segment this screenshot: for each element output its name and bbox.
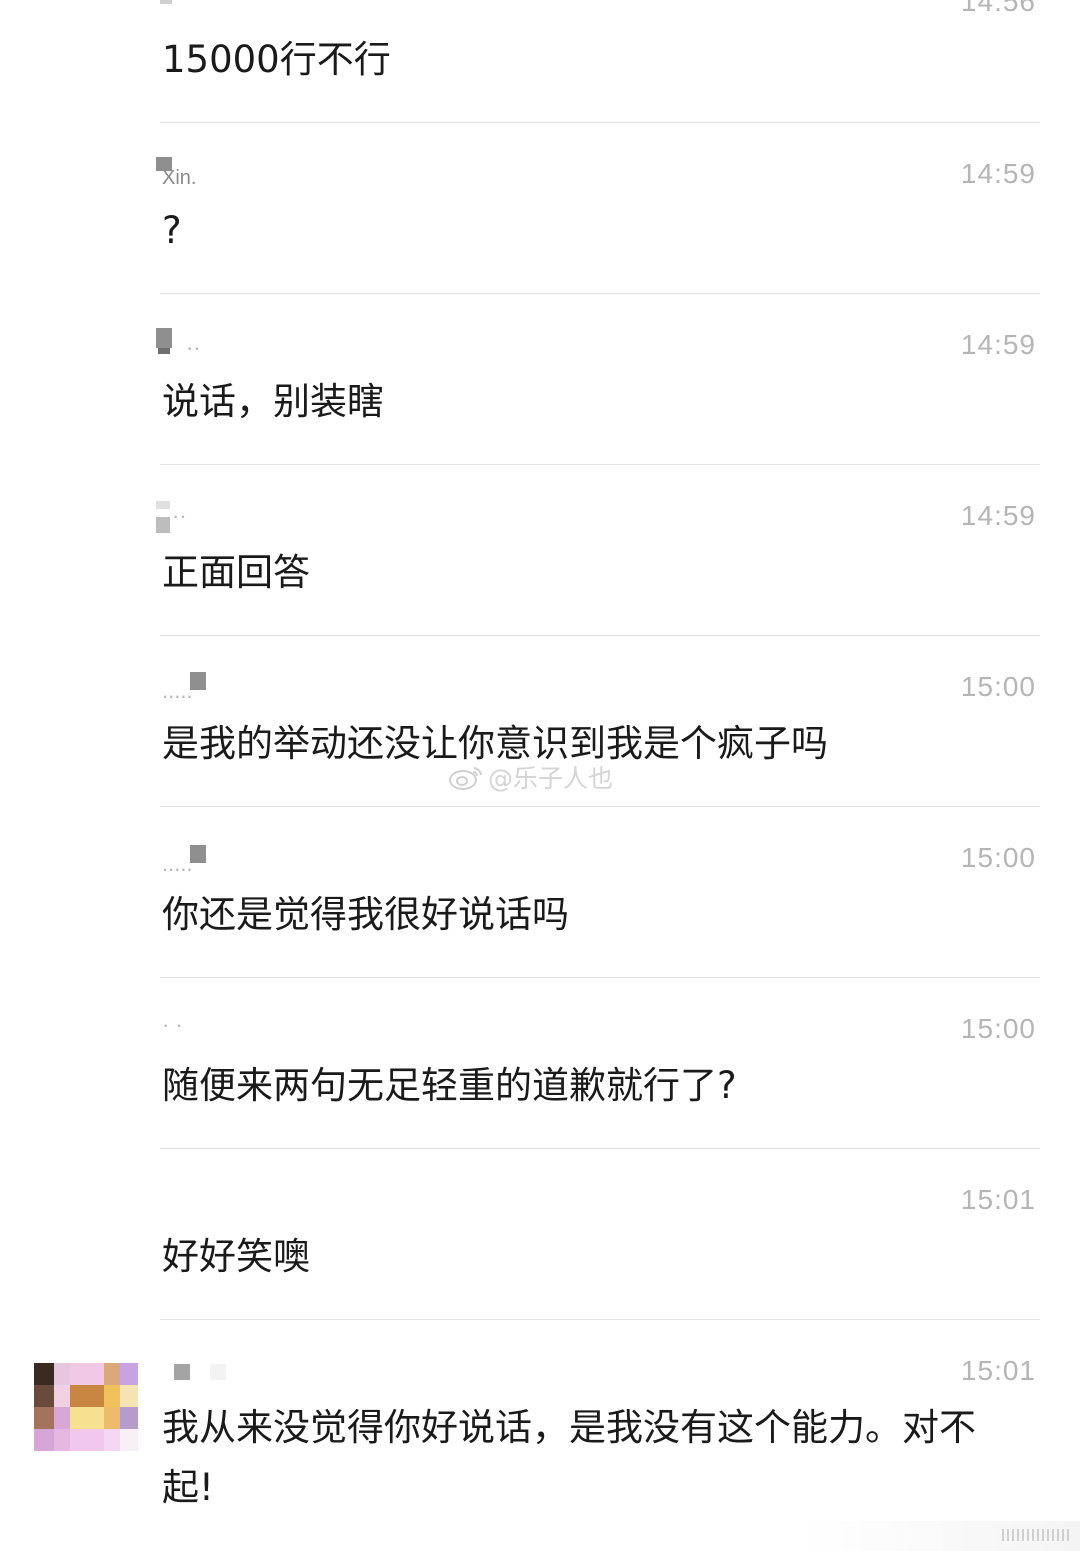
message-time: 14:59 <box>960 500 1036 531</box>
message-item[interactable]: Xin. 14:59 ? <box>156 123 1040 293</box>
message-item[interactable]: ‥ 14:59 说话，别装瞎 <box>156 294 1040 464</box>
message-time: 14:59 <box>960 158 1036 189</box>
message-text: 正面回答 <box>162 551 310 594</box>
message-time: 14:59 <box>960 329 1036 360</box>
corner-lines <box>1002 1529 1072 1541</box>
sender-name-redacted: ·· <box>156 501 220 533</box>
message-text: 说话，别装瞎 <box>162 380 384 423</box>
message-item[interactable]: 14:56 15000行不行 <box>160 0 1040 122</box>
watermark-handle: @乐子人也 <box>488 764 614 793</box>
message-time: 15:00 <box>960 842 1036 873</box>
sender-name-redacted: ‥ <box>156 328 220 358</box>
weibo-icon <box>448 764 484 790</box>
message-text-line-2: 起! <box>162 1466 214 1509</box>
message-time: 15:01 <box>960 1355 1036 1386</box>
sender-name-redacted: ..... <box>160 845 220 875</box>
message-text: 你还是觉得我很好说话吗 <box>162 893 569 936</box>
sender-name-redacted <box>160 1364 226 1394</box>
message-item[interactable]: 15:01 好好笑噢 <box>160 1149 1040 1319</box>
message-time: 15:00 <box>960 671 1036 702</box>
sender-name-redacted: ..... <box>160 672 220 702</box>
message-item[interactable]: ·· 14:59 正面回答 <box>156 465 1040 635</box>
message-text: 随便来两句无足轻重的道歉就行了? <box>162 1064 737 1107</box>
avatar[interactable] <box>34 1363 138 1451</box>
message-text-line-1: 我从来没觉得你好说话，是我没有这个能力。对不 <box>162 1406 976 1449</box>
sender-name-redacted <box>160 0 220 22</box>
watermark: @乐子人也 <box>448 760 613 794</box>
message-time: 14:56 <box>960 0 1036 17</box>
message-time: 15:00 <box>960 1013 1036 1044</box>
message-item[interactable]: · · 15:00 随便来两句无足轻重的道歉就行了? <box>160 978 1040 1148</box>
message-text: ? <box>162 209 182 252</box>
message-item[interactable]: ..... 15:00 你还是觉得我很好说话吗 <box>160 807 1040 977</box>
sender-name-redacted: Xin. <box>156 157 220 189</box>
message-item[interactable]: 15:01 我从来没觉得你好说话，是我没有这个能力。对不 起! <box>160 1320 1040 1551</box>
sender-name-redacted: · · <box>162 1012 183 1037</box>
chat-list: 14:56 15000行不行 Xin. 14:59 ? ‥ 14:59 说话，别… <box>0 0 1080 1551</box>
message-text: 好好笑噢 <box>162 1235 310 1278</box>
message-time: 15:01 <box>960 1184 1036 1215</box>
message-text: 15000行不行 <box>162 38 391 81</box>
